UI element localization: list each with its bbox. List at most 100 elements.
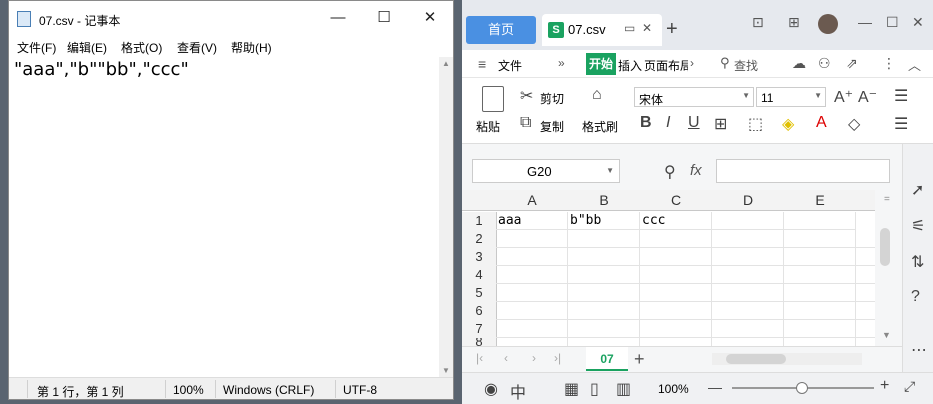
format-painter-label[interactable]: 格式刷: [582, 118, 618, 135]
ribbon-scroll-icon[interactable]: ›: [690, 56, 694, 70]
more-left-icon[interactable]: »: [558, 56, 565, 70]
copy-icon[interactable]: ⧉: [520, 114, 531, 132]
close-icon[interactable]: ✕: [407, 1, 453, 37]
grid-vertical-scrollbar[interactable]: = ▼: [875, 190, 902, 346]
scroll-up-icon[interactable]: ▲: [442, 59, 450, 68]
cell-d1[interactable]: [712, 212, 784, 230]
sheet-tab-07[interactable]: 07: [586, 347, 628, 371]
font-size-select[interactable]: 11 ▼: [756, 87, 826, 107]
wps-close-icon[interactable]: ✕: [912, 14, 924, 31]
maximize-icon[interactable]: ☐: [361, 1, 407, 37]
fill-color-icon[interactable]: ◈: [782, 114, 794, 134]
zoom-level[interactable]: 100%: [658, 382, 689, 396]
home-tab[interactable]: 首页: [466, 16, 536, 44]
notepad-text-area[interactable]: "aaa","b""bb","ccc": [9, 57, 439, 377]
search-icon[interactable]: ⚲: [720, 55, 730, 71]
avatar[interactable]: [818, 14, 838, 34]
layout-icon[interactable]: ⊡: [752, 14, 764, 31]
column-header-e[interactable]: E: [784, 190, 857, 211]
format-painter-icon[interactable]: ⌂: [592, 86, 602, 104]
collapse-ribbon-icon[interactable]: ︿: [908, 55, 921, 74]
align-top-icon[interactable]: ☰: [894, 86, 908, 106]
clear-format-icon[interactable]: ◇: [848, 114, 860, 134]
scroll-thumb[interactable]: [880, 228, 890, 266]
cell-b1[interactable]: b"bb: [568, 212, 640, 230]
file-tab[interactable]: S 07.csv ▭ ✕: [542, 14, 662, 46]
zoom-formula-icon[interactable]: ⚲: [664, 162, 676, 182]
file-menu[interactable]: 文件: [498, 57, 522, 74]
cell-a1[interactable]: aaa: [496, 212, 568, 230]
tab-window-icon[interactable]: ▭: [624, 21, 635, 35]
prev-sheet-icon[interactable]: ‹: [504, 351, 508, 365]
column-header-f[interactable]: [856, 190, 876, 211]
paste-label[interactable]: 粘贴: [476, 118, 500, 135]
wps-maximize-icon[interactable]: ☐: [886, 14, 899, 31]
fill-style-icon[interactable]: ⬚: [748, 114, 763, 134]
page-view-icon[interactable]: ▯: [590, 379, 599, 399]
tab-close-icon[interactable]: ✕: [642, 21, 652, 35]
border-icon[interactable]: ⊞: [714, 114, 727, 134]
eye-protection-icon[interactable]: ◉: [484, 379, 498, 399]
empty-cells[interactable]: [496, 230, 875, 346]
name-box[interactable]: G20 ▼: [472, 159, 620, 183]
scroll-down-icon[interactable]: ▼: [442, 366, 450, 375]
sidebar-more-icon[interactable]: ⋯: [911, 340, 927, 360]
copy-label[interactable]: 复制: [540, 118, 564, 135]
select-cursor-icon[interactable]: ➚: [911, 180, 924, 200]
column-header-a[interactable]: A: [496, 190, 569, 211]
page-break-view-icon[interactable]: ▥: [616, 379, 631, 399]
apps-grid-icon[interactable]: ⊞: [788, 14, 800, 31]
select-all-corner[interactable]: [462, 190, 497, 211]
minimize-icon[interactable]: —: [315, 1, 361, 37]
more-icon[interactable]: ⋮: [882, 55, 896, 72]
zoom-slider-thumb[interactable]: [796, 382, 808, 394]
font-select[interactable]: 宋体 ▼: [634, 87, 754, 107]
help-icon[interactable]: ?: [911, 288, 920, 306]
ribbon-tab-insert[interactable]: 插入: [618, 57, 642, 74]
fullscreen-icon[interactable]: ⤢: [904, 378, 915, 395]
decrease-font-icon[interactable]: A⁻: [858, 87, 877, 107]
spreadsheet-grid[interactable]: A B C D E 1 2 3 4 5 6 7 8 aaa b"bb ccc: [462, 190, 876, 347]
menu-format[interactable]: 格式(O): [121, 39, 162, 56]
zoom-slider[interactable]: [732, 382, 874, 394]
share-user-icon[interactable]: ⚇: [818, 55, 831, 72]
bold-icon[interactable]: B: [640, 114, 652, 132]
row-header-5[interactable]: 5: [462, 284, 497, 303]
add-sheet-icon[interactable]: +: [634, 349, 645, 370]
grid-horizontal-scrollbar[interactable]: [712, 353, 862, 365]
formula-input[interactable]: [716, 159, 890, 183]
first-sheet-icon[interactable]: |‹: [476, 351, 483, 365]
next-sheet-icon[interactable]: ›: [532, 351, 536, 365]
cut-icon[interactable]: ✂: [520, 86, 533, 106]
cloud-icon[interactable]: ☁: [792, 55, 806, 72]
column-header-d[interactable]: D: [712, 190, 785, 211]
ribbon-tab-start[interactable]: 开始: [586, 53, 616, 75]
menu-view[interactable]: 查看(V): [177, 39, 217, 56]
row-header-6[interactable]: 6: [462, 302, 497, 321]
sliders-icon[interactable]: ⚟: [911, 216, 925, 236]
hamburger-icon[interactable]: ≡: [478, 56, 486, 72]
normal-view-icon[interactable]: ▦: [564, 379, 579, 399]
row-header-3[interactable]: 3: [462, 248, 497, 267]
search-label[interactable]: 查找: [734, 57, 758, 74]
fx-icon[interactable]: fx: [690, 162, 702, 179]
underline-icon[interactable]: U: [688, 114, 700, 132]
share-icon[interactable]: ⇗: [846, 55, 858, 72]
transform-icon[interactable]: ⇅: [911, 252, 924, 272]
row-header-4[interactable]: 4: [462, 266, 497, 285]
ribbon-tab-layout[interactable]: 页面布局: [644, 57, 688, 74]
row-header-7[interactable]: 7: [462, 320, 497, 339]
scroll-down-icon[interactable]: ▼: [882, 330, 891, 340]
menu-file[interactable]: 文件(F): [17, 39, 56, 56]
column-header-b[interactable]: B: [568, 190, 641, 211]
font-color-icon[interactable]: A: [816, 114, 827, 132]
paste-icon[interactable]: [482, 86, 504, 112]
italic-icon[interactable]: I: [666, 114, 670, 132]
row-header-2[interactable]: 2: [462, 230, 497, 249]
last-sheet-icon[interactable]: ›|: [554, 351, 561, 365]
align-left-icon[interactable]: ☰: [894, 114, 908, 134]
cell-e1[interactable]: [784, 212, 856, 230]
increase-font-icon[interactable]: A⁺: [834, 87, 853, 107]
row-header-1[interactable]: 1: [462, 212, 497, 231]
cell-c1[interactable]: ccc: [640, 212, 712, 230]
